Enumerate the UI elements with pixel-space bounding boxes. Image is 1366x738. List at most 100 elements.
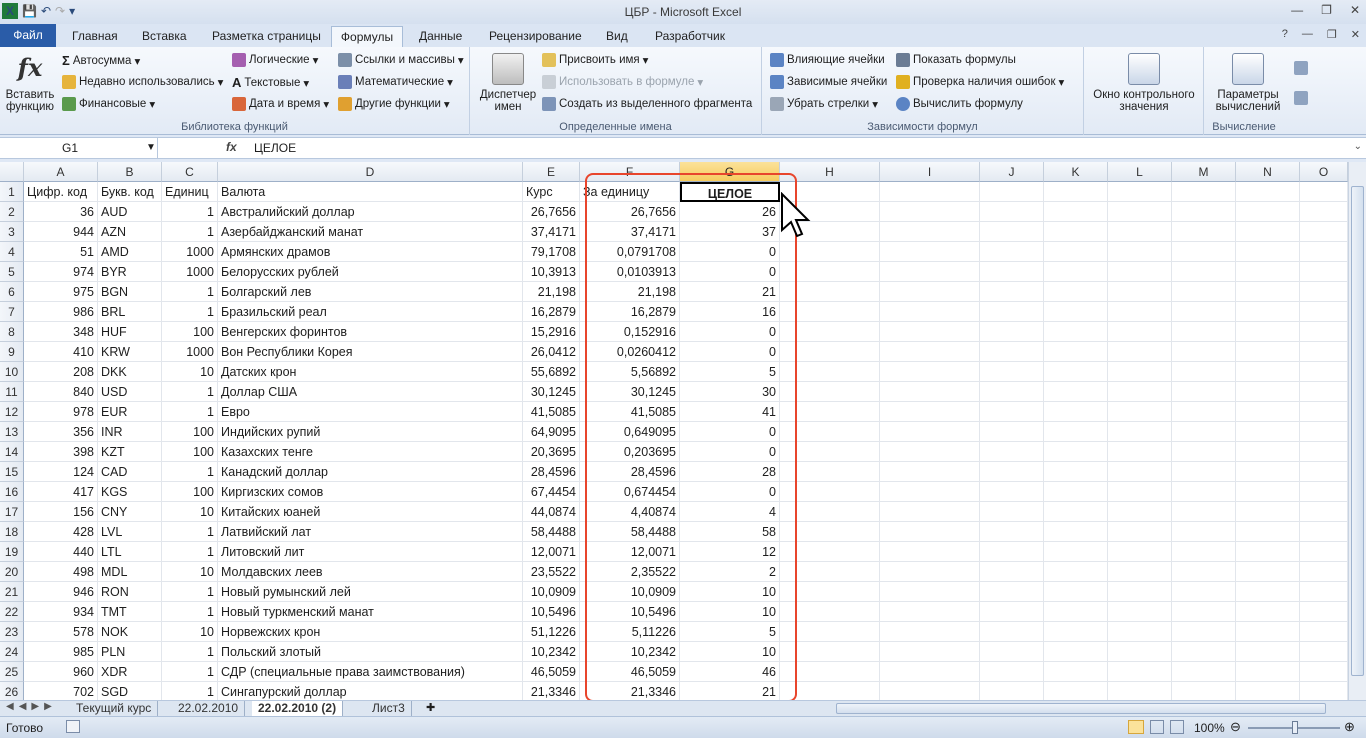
cell[interactable]: 208 — [24, 362, 98, 382]
remove-arrows-button[interactable]: Убрать стрелки ▾ — [770, 97, 878, 111]
empty-cell[interactable] — [1300, 682, 1348, 700]
cell[interactable]: Валюта — [218, 182, 523, 202]
cell[interactable]: 1 — [162, 662, 218, 682]
cell[interactable]: 702 — [24, 682, 98, 700]
empty-cell[interactable] — [880, 562, 980, 582]
column-header[interactable]: M — [1172, 162, 1236, 182]
cell[interactable]: AZN — [98, 222, 162, 242]
cell[interactable]: Цифр. код — [24, 182, 98, 202]
cell[interactable]: 16,2879 — [580, 302, 680, 322]
empty-cell[interactable] — [1300, 482, 1348, 502]
cell[interactable]: Литовский лит — [218, 542, 523, 562]
empty-cell[interactable] — [780, 462, 880, 482]
empty-cell[interactable] — [1044, 242, 1108, 262]
empty-cell[interactable] — [780, 562, 880, 582]
cell[interactable]: 12 — [680, 542, 780, 562]
cell[interactable]: KZT — [98, 442, 162, 462]
cell[interactable]: 0,0260412 — [580, 342, 680, 362]
empty-cell[interactable] — [1300, 422, 1348, 442]
empty-cell[interactable] — [1044, 302, 1108, 322]
cell[interactable]: 156 — [24, 502, 98, 522]
cell[interactable]: 1 — [162, 382, 218, 402]
cell[interactable]: 30,1245 — [523, 382, 580, 402]
cell[interactable]: 356 — [24, 422, 98, 442]
watch-window-icon[interactable] — [1128, 53, 1160, 85]
cell[interactable]: 1000 — [162, 342, 218, 362]
cell[interactable]: 10 — [162, 622, 218, 642]
empty-cell[interactable] — [1236, 342, 1300, 362]
cell[interactable]: XDR — [98, 662, 162, 682]
cell[interactable]: 28,4596 — [580, 462, 680, 482]
cell[interactable]: 934 — [24, 602, 98, 622]
column-header[interactable]: F — [580, 162, 680, 182]
empty-cell[interactable] — [1044, 522, 1108, 542]
empty-cell[interactable] — [1108, 242, 1172, 262]
cell[interactable]: 58,4488 — [523, 522, 580, 542]
empty-cell[interactable] — [980, 302, 1044, 322]
cell[interactable]: 58,4488 — [580, 522, 680, 542]
cell[interactable]: DKK — [98, 362, 162, 382]
empty-cell[interactable] — [1300, 662, 1348, 682]
empty-cell[interactable] — [1108, 382, 1172, 402]
cell[interactable]: 1 — [162, 582, 218, 602]
cell[interactable]: 10 — [162, 502, 218, 522]
empty-cell[interactable] — [980, 422, 1044, 442]
empty-cell[interactable] — [1300, 522, 1348, 542]
empty-cell[interactable] — [780, 262, 880, 282]
empty-cell[interactable] — [880, 222, 980, 242]
empty-cell[interactable] — [1236, 182, 1300, 202]
cell[interactable]: 30,1245 — [580, 382, 680, 402]
help-icon[interactable]: ? — [1282, 28, 1288, 41]
column-header[interactable]: C — [162, 162, 218, 182]
cell[interactable]: 26,0412 — [523, 342, 580, 362]
recent-functions-button[interactable]: Недавно использовались ▾ — [62, 75, 223, 89]
cell[interactable]: 0 — [680, 322, 780, 342]
empty-cell[interactable] — [1108, 362, 1172, 382]
empty-cell[interactable] — [880, 262, 980, 282]
cell[interactable]: 124 — [24, 462, 98, 482]
empty-cell[interactable] — [1172, 562, 1236, 582]
calc-now-icon[interactable] — [1294, 61, 1308, 75]
tab-insert[interactable]: Вставка — [136, 26, 193, 47]
cell[interactable]: 10 — [162, 562, 218, 582]
cell[interactable]: CAD — [98, 462, 162, 482]
cell[interactable]: 10,2342 — [523, 642, 580, 662]
column-header[interactable]: H — [780, 162, 880, 182]
empty-cell[interactable] — [880, 502, 980, 522]
name-manager-button[interactable]: Диспетчер имен — [474, 89, 542, 113]
empty-cell[interactable] — [980, 402, 1044, 422]
empty-cell[interactable] — [1044, 502, 1108, 522]
empty-cell[interactable] — [1300, 322, 1348, 342]
tab-view[interactable]: Вид — [600, 26, 634, 47]
vertical-scrollbar[interactable] — [1348, 162, 1366, 700]
cell[interactable]: 1 — [162, 302, 218, 322]
zoom-in-icon[interactable]: ⊕ — [1344, 719, 1355, 735]
empty-cell[interactable] — [1044, 542, 1108, 562]
empty-cell[interactable] — [1236, 222, 1300, 242]
tab-formulas[interactable]: Формулы — [331, 26, 403, 47]
evaluate-formula-button[interactable]: Вычислить формулу — [896, 97, 1023, 111]
empty-cell[interactable] — [1300, 302, 1348, 322]
empty-cell[interactable] — [880, 362, 980, 382]
sheet-tab[interactable]: 22.02.2010 — [172, 701, 246, 717]
insert-function-icon[interactable]: fx — [14, 53, 46, 85]
cell[interactable]: SGD — [98, 682, 162, 700]
cell[interactable]: 410 — [24, 342, 98, 362]
cell[interactable]: AUD — [98, 202, 162, 222]
macro-record-icon[interactable] — [66, 720, 80, 733]
cell[interactable]: 41 — [680, 402, 780, 422]
cell[interactable]: Польский злотый — [218, 642, 523, 662]
empty-cell[interactable] — [780, 242, 880, 262]
empty-cell[interactable] — [1236, 242, 1300, 262]
cell[interactable]: Букв. код — [98, 182, 162, 202]
cell[interactable]: 16 — [680, 302, 780, 322]
empty-cell[interactable] — [880, 442, 980, 462]
column-header[interactable]: J — [980, 162, 1044, 182]
empty-cell[interactable] — [1044, 422, 1108, 442]
empty-cell[interactable] — [780, 502, 880, 522]
empty-cell[interactable] — [1108, 622, 1172, 642]
column-header[interactable]: I — [880, 162, 980, 182]
cell[interactable]: 10,2342 — [580, 642, 680, 662]
empty-cell[interactable] — [1044, 402, 1108, 422]
empty-cell[interactable] — [780, 322, 880, 342]
